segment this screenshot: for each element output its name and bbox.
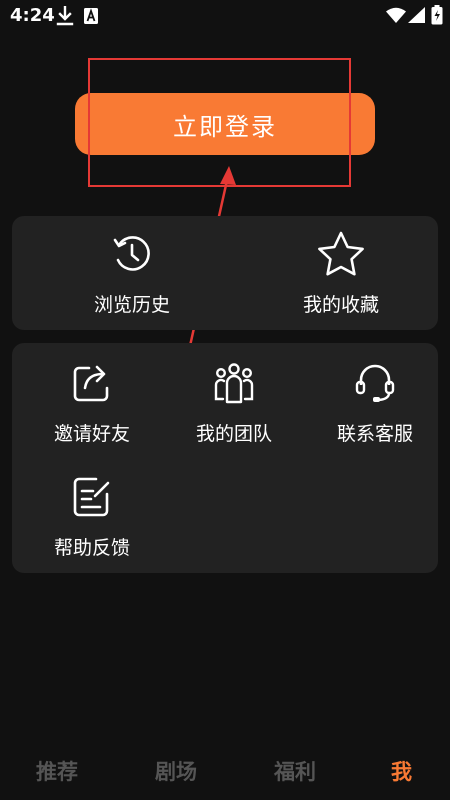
wifi-icon — [386, 7, 406, 27]
my-team-item[interactable]: 我的团队 — [174, 357, 294, 446]
status-bar: 4:24 — [0, 0, 450, 34]
download-icon — [56, 5, 74, 30]
battery-icon — [431, 5, 443, 29]
invite-friends-label: 邀请好友 — [53, 423, 130, 445]
a-notification-icon — [84, 8, 98, 28]
team-icon — [208, 357, 260, 409]
tab-welfare[interactable]: 福利 — [274, 756, 316, 786]
feedback-edit-icon — [66, 471, 118, 523]
tab-recommend[interactable]: 推荐 — [36, 756, 78, 786]
star-icon — [315, 228, 367, 280]
history-favorites-card: 浏览历史 我的收藏 — [12, 216, 438, 330]
login-button[interactable]: 立即登录 — [75, 93, 375, 155]
help-feedback-label: 帮助反馈 — [53, 537, 130, 559]
share-icon — [66, 357, 118, 409]
browse-history-label: 浏览历史 — [93, 294, 170, 316]
customer-service-label: 联系客服 — [336, 423, 413, 445]
profile-screen: 4:24 立即登录 浏览历史 我的收藏 邀请好友 我的团队 联系客服 帮助反馈 … — [0, 0, 450, 800]
help-feedback-item[interactable]: 帮助反馈 — [32, 471, 152, 560]
my-favorites-item[interactable]: 我的收藏 — [276, 228, 406, 317]
bottom-nav: 推荐 剧场 福利 我 — [0, 740, 450, 800]
clock-history-icon — [106, 228, 158, 280]
tab-theater[interactable]: 剧场 — [155, 756, 197, 786]
invite-friends-item[interactable]: 邀请好友 — [32, 357, 152, 446]
browse-history-item[interactable]: 浏览历史 — [77, 228, 187, 317]
services-card: 邀请好友 我的团队 联系客服 帮助反馈 — [12, 343, 438, 573]
signal-icon — [408, 7, 425, 27]
headset-icon — [349, 357, 401, 409]
my-favorites-label: 我的收藏 — [302, 294, 379, 316]
customer-service-item[interactable]: 联系客服 — [315, 357, 435, 446]
tab-me[interactable]: 我 — [391, 756, 412, 786]
status-time: 4:24 — [10, 5, 55, 26]
my-team-label: 我的团队 — [195, 423, 272, 445]
